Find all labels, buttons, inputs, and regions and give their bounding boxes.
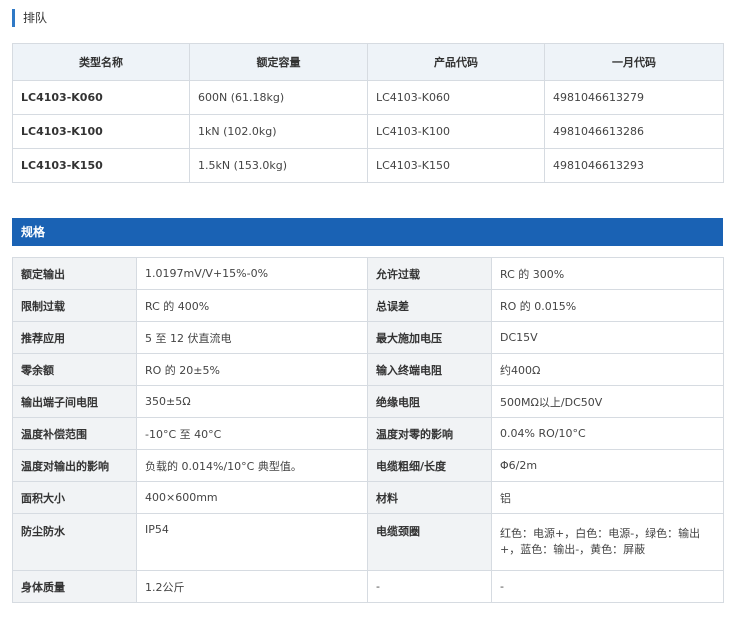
spec-value: RO 的 0.015%	[491, 289, 724, 322]
spec-key: 绝缘电阻	[367, 385, 492, 418]
spec-value: -	[491, 570, 724, 603]
spec-key: 推荐应用	[12, 321, 137, 354]
lineup-header-cell: 产品代码	[367, 43, 545, 81]
spec-value: 铝	[491, 481, 724, 514]
table-row: LC4103-K150 1.5kN (153.0kg) LC4103-K150 …	[12, 148, 724, 183]
table-row: 限制过载 RC 的 400% 总误差 RO 的 0.015%	[12, 289, 724, 322]
spec-value: 红色：电源+，白色：电源-，绿色：输出+，蓝色：输出-，黄色：屏蔽	[491, 513, 724, 571]
capacity-cell: 1.5kN (153.0kg)	[189, 148, 368, 183]
type-name-cell: LC4103-K060	[12, 80, 190, 115]
lineup-table: 类型名称 额定容量 产品代码 一月代码 LC4103-K060 600N (61…	[12, 43, 724, 183]
table-row: 额定输出 1.0197mV/V+15%-0% 允许过载 RC 的 300%	[12, 257, 724, 290]
jan-code-cell: 4981046613293	[544, 148, 724, 183]
lineup-header-row: 类型名称 额定容量 产品代码 一月代码	[12, 43, 724, 81]
spec-table: 额定输出 1.0197mV/V+15%-0% 允许过载 RC 的 300% 限制…	[12, 257, 724, 603]
lineup-section-label: 排队	[12, 9, 47, 27]
lineup-header-cell: 类型名称	[12, 43, 190, 81]
spec-key: 零余额	[12, 353, 137, 386]
jan-code-cell: 4981046613286	[544, 114, 724, 149]
type-name-cell: LC4103-K100	[12, 114, 190, 149]
jan-code-cell: 4981046613279	[544, 80, 724, 115]
table-row: 身体质量 1.2公斤 - -	[12, 570, 724, 603]
product-code-cell: LC4103-K060	[367, 80, 545, 115]
spec-value: 5 至 12 伏直流电	[136, 321, 368, 354]
lineup-header-cell: 一月代码	[544, 43, 724, 81]
spec-key: 温度对输出的影响	[12, 449, 137, 482]
lineup-header-cell: 额定容量	[189, 43, 368, 81]
spec-value: DC15V	[491, 321, 724, 354]
spec-value: RC 的 300%	[491, 257, 724, 290]
spec-key: 允许过载	[367, 257, 492, 290]
spec-value: IP54	[136, 513, 368, 571]
spec-key: 额定输出	[12, 257, 137, 290]
table-row: LC4103-K060 600N (61.18kg) LC4103-K060 4…	[12, 80, 724, 115]
spec-value: RO 的 20±5%	[136, 353, 368, 386]
spec-key: 电缆粗细/长度	[367, 449, 492, 482]
spec-value: RC 的 400%	[136, 289, 368, 322]
spec-key: 温度补偿范围	[12, 417, 137, 450]
table-row: 温度对输出的影响 负载的 0.014%/10°C 典型值。 电缆粗细/长度 Φ6…	[12, 449, 724, 482]
capacity-cell: 1kN (102.0kg)	[189, 114, 368, 149]
spec-section-title: 规格	[12, 218, 723, 246]
spec-value: 约400Ω	[491, 353, 724, 386]
table-row: 推荐应用 5 至 12 伏直流电 最大施加电压 DC15V	[12, 321, 724, 354]
table-row: LC4103-K100 1kN (102.0kg) LC4103-K100 49…	[12, 114, 724, 149]
spec-value: 350±5Ω	[136, 385, 368, 418]
spec-value: 0.04% RO/10°C	[491, 417, 724, 450]
table-row: 零余额 RO 的 20±5% 输入终端电阻 约400Ω	[12, 353, 724, 386]
spec-key: 最大施加电压	[367, 321, 492, 354]
table-row: 温度补偿范围 -10°C 至 40°C 温度对零的影响 0.04% RO/10°…	[12, 417, 724, 450]
spec-value: 1.2公斤	[136, 570, 368, 603]
spec-value: 1.0197mV/V+15%-0%	[136, 257, 368, 290]
table-row: 防尘防水 IP54 电缆颈圈 红色：电源+，白色：电源-，绿色：输出+，蓝色：输…	[12, 513, 724, 571]
spec-key: 材料	[367, 481, 492, 514]
product-code-cell: LC4103-K150	[367, 148, 545, 183]
table-row: 输出端子间电阻 350±5Ω 绝缘电阻 500MΩ以上/DC50V	[12, 385, 724, 418]
spec-key: 输入终端电阻	[367, 353, 492, 386]
spec-value: Φ6/2m	[491, 449, 724, 482]
type-name-cell: LC4103-K150	[12, 148, 190, 183]
spec-key: 电缆颈圈	[367, 513, 492, 571]
spec-key: 总误差	[367, 289, 492, 322]
spec-key: 身体质量	[12, 570, 137, 603]
capacity-cell: 600N (61.18kg)	[189, 80, 368, 115]
spec-value: -	[367, 570, 492, 603]
table-row: 面积大小 400×600mm 材料 铝	[12, 481, 724, 514]
spec-value: 负载的 0.014%/10°C 典型值。	[136, 449, 368, 482]
spec-key: 输出端子间电阻	[12, 385, 137, 418]
spec-value: 400×600mm	[136, 481, 368, 514]
spec-key: 防尘防水	[12, 513, 137, 571]
spec-key: 面积大小	[12, 481, 137, 514]
spec-value: 500MΩ以上/DC50V	[491, 385, 724, 418]
product-code-cell: LC4103-K100	[367, 114, 545, 149]
spec-value: -10°C 至 40°C	[136, 417, 368, 450]
spec-key: 限制过载	[12, 289, 137, 322]
spec-key: 温度对零的影响	[367, 417, 492, 450]
